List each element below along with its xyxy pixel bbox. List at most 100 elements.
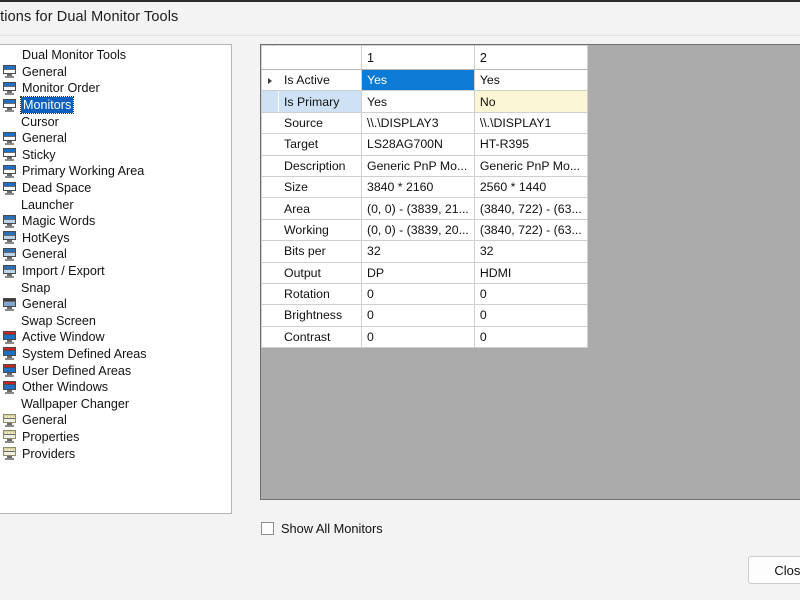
monitors-grid-panel[interactable]: 1 2 Is Active Yes Yes Is Primary Yes No Source…: [260, 44, 800, 500]
tree-item-dual-monitor-tools[interactable]: Dual Monitor Tools: [0, 47, 231, 64]
row-selector-cell[interactable]: [261, 261, 279, 284]
monitor-1-value-cell[interactable]: 0: [361, 282, 475, 306]
monitor-1-value-cell[interactable]: 0: [361, 304, 475, 327]
monitor-2-value-cell[interactable]: (3840, 722) - (63...: [473, 197, 588, 220]
close-button[interactable]: Close: [748, 556, 800, 584]
row-selector-cell[interactable]: [261, 154, 279, 177]
show-all-monitors-checkbox[interactable]: [261, 522, 274, 535]
grid-body[interactable]: Is Active Yes Yes Is Primary Yes No Source \\.\…: [261, 68, 588, 349]
tree-item-primary-working-area[interactable]: Primary Working Area: [0, 163, 231, 180]
grid-header-property: [278, 45, 362, 70]
monitor-1-value-cell[interactable]: LS28AG700N: [361, 133, 475, 156]
row-selector-cell[interactable]: [261, 197, 279, 220]
monitor-1-value-cell[interactable]: (0, 0) - (3839, 20...: [361, 218, 475, 242]
row-selector-cell[interactable]: [261, 282, 279, 306]
monitor-2-value-cell[interactable]: 0: [473, 304, 588, 327]
settings-tree[interactable]: Dual Monitor Tools General Monitor Order Mo…: [0, 47, 231, 462]
row-selector-cell[interactable]: [261, 325, 279, 349]
monitor-1-value-cell[interactable]: Generic PnP Mo...: [361, 154, 475, 177]
tree-item-general[interactable]: General: [0, 296, 231, 313]
tree-item-label: Cursor: [21, 114, 59, 129]
monitor-1-value-cell[interactable]: \\.\DISPLAY3: [361, 111, 475, 135]
tree-item-label: Launcher: [21, 197, 74, 212]
show-all-monitors-row[interactable]: Show All Monitors: [261, 521, 383, 536]
row-selector-cell[interactable]: [261, 133, 279, 156]
tree-item-properties[interactable]: Properties: [0, 429, 231, 446]
grid-row[interactable]: Size 3840 * 2160 2560 * 1440: [261, 175, 588, 199]
row-selector-cell[interactable]: [261, 90, 279, 113]
tree-item-cursor[interactable]: Cursor: [0, 113, 231, 130]
monitor-1-value-cell[interactable]: Yes: [361, 68, 475, 92]
monitor-1-value-cell[interactable]: (0, 0) - (3839, 21...: [361, 197, 475, 220]
grid-row[interactable]: Output DP HDMI: [261, 261, 588, 284]
grid-header-monitor-2[interactable]: 2: [473, 45, 588, 70]
grid-row[interactable]: Working (0, 0) - (3839, 20... (3840, 722) …: [261, 218, 588, 242]
tree-item-general[interactable]: General: [0, 130, 231, 147]
swap-screen-monitor-icon: [3, 380, 17, 394]
grid-header-monitor-1[interactable]: 1: [361, 45, 475, 70]
wallpaper-monitor-icon: [3, 447, 17, 461]
tree-item-user-defined-areas[interactable]: User Defined Areas: [0, 362, 231, 379]
tree-item-label: Sticky: [22, 147, 56, 162]
row-selector-cell[interactable]: [261, 68, 279, 92]
monitor-2-value-cell[interactable]: 2560 * 1440: [473, 175, 588, 199]
monitor-2-value-cell[interactable]: Yes: [473, 68, 588, 92]
tree-item-active-window[interactable]: Active Window: [0, 329, 231, 346]
tree-item-snap[interactable]: Snap: [0, 279, 231, 296]
monitor-1-value-cell[interactable]: 32: [361, 240, 475, 263]
monitor-2-value-cell[interactable]: No: [473, 90, 588, 113]
monitor-1-value-cell[interactable]: Yes: [361, 90, 475, 113]
tree-item-magic-words[interactable]: Magic Words: [0, 213, 231, 230]
tree-item-general[interactable]: General: [0, 64, 231, 81]
monitor-2-value-cell[interactable]: HT-R395: [473, 133, 588, 156]
tree-item-general[interactable]: General: [0, 246, 231, 263]
grid-row[interactable]: Target LS28AG700N HT-R395: [261, 133, 588, 156]
grid-row[interactable]: Source \\.\DISPLAY3 \\.\DISPLAY1: [261, 111, 588, 135]
tree-item-sticky[interactable]: Sticky: [0, 147, 231, 164]
grid-row[interactable]: Area (0, 0) - (3839, 21... (3840, 722) - (…: [261, 197, 588, 220]
row-selector-cell[interactable]: [261, 240, 279, 263]
grid-row[interactable]: Contrast 0 0: [261, 325, 588, 349]
monitors-grid[interactable]: 1 2 Is Active Yes Yes Is Primary Yes No Source…: [261, 45, 588, 349]
grid-row[interactable]: Is Active Yes Yes: [261, 68, 588, 92]
monitor-1-value-cell[interactable]: 3840 * 2160: [361, 175, 475, 199]
window-title: ptions for Dual Monitor Tools: [0, 9, 179, 25]
monitor-1-value-cell[interactable]: DP: [361, 261, 475, 284]
monitor-2-value-cell[interactable]: HDMI: [473, 261, 588, 284]
grid-row[interactable]: Brightness 0 0: [261, 304, 588, 327]
row-selector-cell[interactable]: [261, 304, 279, 327]
tree-item-general[interactable]: General: [0, 412, 231, 429]
tree-item-other-windows[interactable]: Other Windows: [0, 379, 231, 396]
grid-row[interactable]: Description Generic PnP Mo... Generic PnP …: [261, 154, 588, 177]
grid-row[interactable]: Bits per 32 32: [261, 240, 588, 263]
grid-row[interactable]: Rotation 0 0: [261, 282, 588, 306]
monitor-2-value-cell[interactable]: Generic PnP Mo...: [473, 154, 588, 177]
monitor-icon: [3, 98, 17, 112]
grid-row[interactable]: Is Primary Yes No: [261, 90, 588, 113]
row-selector-cell[interactable]: [261, 111, 279, 135]
tree-item-monitor-order[interactable]: Monitor Order: [0, 80, 231, 97]
monitor-2-value-cell[interactable]: 32: [473, 240, 588, 263]
launcher-monitor-icon: [3, 231, 17, 245]
monitor-2-value-cell[interactable]: (3840, 722) - (63...: [473, 218, 588, 242]
tree-item-label: Dead Space: [22, 181, 92, 196]
tree-item-monitors[interactable]: Monitors: [0, 96, 231, 115]
window-titlebar: ptions for Dual Monitor Tools: [0, 0, 800, 36]
tree-item-dead-space[interactable]: Dead Space: [0, 180, 231, 197]
tree-item-wallpaper-changer[interactable]: Wallpaper Changer: [0, 395, 231, 412]
monitor-2-value-cell[interactable]: 0: [473, 282, 588, 306]
tree-item-system-defined-areas[interactable]: System Defined Areas: [0, 346, 231, 363]
tree-item-label: System Defined Areas: [22, 346, 147, 361]
tree-item-import-export[interactable]: Import / Export: [0, 263, 231, 280]
settings-tree-panel[interactable]: Dual Monitor Tools General Monitor Order Mo…: [0, 44, 232, 514]
tree-item-providers[interactable]: Providers: [0, 445, 231, 462]
row-selector-cell[interactable]: [261, 175, 279, 199]
tree-item-launcher[interactable]: Launcher: [0, 196, 231, 213]
tree-item-swap-screen[interactable]: Swap Screen: [0, 313, 231, 330]
monitor-2-value-cell[interactable]: \\.\DISPLAY1: [473, 111, 588, 135]
row-selector-cell[interactable]: [261, 218, 279, 242]
monitor-1-value-cell[interactable]: 0: [361, 325, 475, 349]
tree-item-hotkeys[interactable]: HotKeys: [0, 230, 231, 247]
tree-item-label: Dual Monitor Tools: [22, 48, 127, 63]
monitor-2-value-cell[interactable]: 0: [473, 325, 588, 349]
